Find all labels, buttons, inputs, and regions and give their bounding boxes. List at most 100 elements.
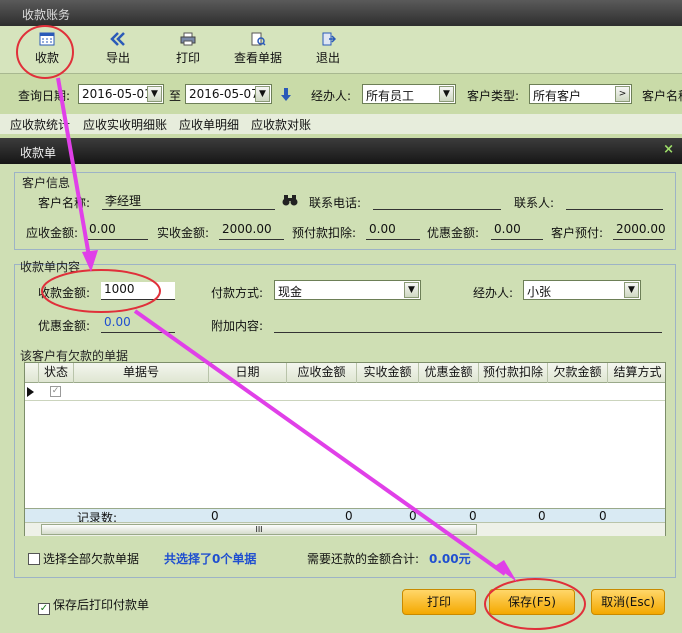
close-icon[interactable]: × — [663, 142, 674, 157]
print-toolbar-button[interactable]: 打印 — [163, 30, 213, 66]
handler-select[interactable]: 所有员工 ▼ — [362, 84, 456, 104]
date-label: 查询日期: — [18, 89, 71, 103]
customer-prepay-label: 客户预付: — [551, 226, 604, 240]
window-title-bar: 收款账务 — [0, 0, 682, 26]
col-debt[interactable]: 欠款金额 — [548, 363, 608, 383]
selected-count-text: 共选择了0个单据 — [164, 552, 257, 566]
exit-door-icon — [322, 32, 336, 46]
receivable-label: 应收金额: — [26, 226, 79, 240]
grid-footer: 记录数: 0 0 0 0 0 0 — [25, 508, 665, 525]
chevron-down-icon[interactable]: ▼ — [147, 86, 162, 102]
date-from-value: 2016-05-01 — [82, 87, 152, 101]
document-search-icon — [251, 32, 266, 46]
scrollbar-thumb[interactable]: III — [41, 524, 477, 535]
horizontal-scrollbar[interactable]: III — [25, 522, 665, 536]
chevron-right-icon[interactable]: > — [615, 86, 630, 102]
agent-value: 小张 — [527, 285, 552, 299]
printer-icon — [180, 32, 196, 46]
table-row[interactable]: ✓ — [25, 383, 665, 401]
export-label: 导出 — [105, 51, 130, 65]
checkbox-box[interactable] — [28, 553, 40, 565]
customer-type-select[interactable]: 所有客户 > — [529, 84, 632, 104]
calendar-icon — [39, 32, 55, 46]
date-to-picker[interactable]: 2016-05-07 ▼ — [185, 84, 272, 104]
extra-label: 附加内容: — [211, 319, 264, 333]
select-all-checkbox[interactable]: 选择全部欠款单据 — [28, 550, 139, 567]
customer-name-field[interactable]: 李经理 — [102, 192, 275, 210]
handler-value: 所有员工 — [366, 89, 415, 103]
pay-method-label: 付款方式: — [211, 286, 264, 300]
save-button[interactable]: 保存(F5) — [489, 589, 575, 615]
total-value: 0.00元 — [429, 552, 471, 566]
date-to-value: 2016-05-07 — [189, 87, 259, 101]
phone-field[interactable] — [373, 192, 501, 210]
receive-label: 收款 — [34, 51, 59, 65]
print-button[interactable]: 打印 — [402, 589, 476, 615]
chevron-down-icon[interactable]: ▼ — [439, 86, 454, 102]
col-discount[interactable]: 优惠金额 — [419, 363, 479, 383]
pay-method-select[interactable]: 现金 ▼ — [274, 280, 421, 300]
checkbox-checked-icon[interactable]: ✓ — [38, 603, 50, 615]
amount-input[interactable]: 1000 — [101, 282, 175, 300]
chevron-down-icon[interactable]: ▼ — [624, 282, 639, 298]
dialog-title: 收款单 — [20, 146, 57, 160]
receive-button[interactable]: 收款 — [22, 30, 72, 66]
customer-type-value: 所有客户 — [533, 89, 582, 103]
customer-type-label: 客户类型: — [467, 89, 520, 103]
customer-name-field-label: 客户名称: — [38, 196, 91, 210]
row-pointer-icon — [27, 387, 34, 397]
received-field: 2000.00 — [219, 222, 284, 240]
debt-grid[interactable]: 状态 单据号 日期 应收金额 实收金额 优惠金额 预付款扣除 欠款金额 结算方式… — [24, 362, 666, 536]
col-status[interactable]: 状态 — [39, 363, 74, 383]
col-date[interactable]: 日期 — [209, 363, 287, 383]
total-label: 需要还款的金额合计: — [307, 552, 420, 566]
col-doc-no[interactable]: 单据号 — [74, 363, 209, 383]
print-after-save-checkbox[interactable]: ✓ 保存后打印付款单 — [38, 596, 149, 615]
chevron-down-icon[interactable]: ▼ — [404, 282, 419, 298]
contact-field[interactable] — [566, 192, 663, 210]
exit-label: 退出 — [315, 51, 340, 65]
footer-date: 0 — [211, 509, 219, 523]
tab-reconciliation[interactable]: 应收款对账 — [251, 116, 311, 133]
cancel-button[interactable]: 取消(Esc) — [591, 589, 665, 615]
date-from-picker[interactable]: 2016-05-01 ▼ — [78, 84, 164, 104]
received-label: 实收金额: — [157, 226, 210, 240]
export-button[interactable]: 导出 — [93, 30, 143, 66]
agent-select[interactable]: 小张 ▼ — [523, 280, 641, 300]
discount-label: 优惠金额: — [427, 226, 480, 240]
tab-received-detail[interactable]: 应收实收明细账 — [83, 116, 167, 133]
select-all-label: 选择全部欠款单据 — [43, 552, 140, 566]
filter-bar: 查询日期: 2016-05-01 ▼ 至 2016-05-07 ▼ 经办人: 所… — [0, 80, 682, 110]
agent-label: 经办人: — [473, 286, 514, 300]
col-settle[interactable]: 结算方式 — [608, 363, 667, 383]
toolbar: 收款 导出 打印 查看单据 退出 — [0, 26, 682, 74]
col-receivable[interactable]: 应收金额 — [287, 363, 357, 383]
col-received[interactable]: 实收金额 — [357, 363, 419, 383]
exit-button[interactable]: 退出 — [303, 30, 353, 66]
chevron-down-icon[interactable]: ▼ — [255, 86, 270, 102]
double-chevron-left-icon — [110, 32, 125, 46]
arrow-down-icon[interactable] — [280, 87, 292, 103]
extra-field[interactable] — [274, 315, 662, 333]
tab-receivable-detail[interactable]: 应收单明细 — [179, 116, 239, 133]
view-document-label: 查看单据 — [233, 51, 282, 65]
customer-name-label: 客户名称 — [642, 89, 682, 103]
prepay-deduct-label: 预付款扣除: — [292, 226, 357, 240]
prepay-deduct-field: 0.00 — [366, 222, 420, 240]
binoculars-icon[interactable] — [282, 194, 298, 206]
print-after-save-label: 保存后打印付款单 — [53, 598, 150, 612]
pay-method-value: 现金 — [278, 285, 303, 299]
footer-received: 0 — [409, 509, 417, 523]
footer-prepay: 0 — [538, 509, 546, 523]
col-prepay-deduct[interactable]: 预付款扣除 — [479, 363, 548, 383]
discount-field: 0.00 — [491, 222, 543, 240]
tab-strip: 应收款统计 应收实收明细账 应收单明细 应收款对账 — [0, 114, 682, 134]
phone-label: 联系电话: — [309, 196, 362, 210]
dialog-title-bar: 收款单 × — [0, 138, 682, 164]
view-document-button[interactable]: 查看单据 — [230, 30, 286, 66]
receipt-discount-field[interactable]: 0.00 — [101, 315, 175, 333]
contact-label: 联系人: — [514, 196, 555, 210]
row-checkbox[interactable]: ✓ — [50, 386, 61, 397]
tab-receivable-stats[interactable]: 应收款统计 — [10, 116, 70, 133]
window-title: 收款账务 — [22, 8, 71, 22]
